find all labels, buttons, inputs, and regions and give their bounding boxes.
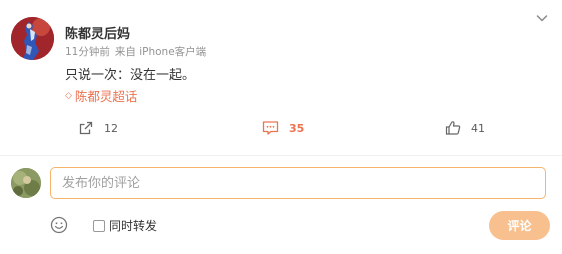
post-meta: 11分钟前 来自 iPhone客户端: [65, 44, 206, 59]
emoji-icon[interactable]: [50, 216, 68, 234]
diamond-icon: ◇: [65, 90, 72, 101]
weibo-post: 陈都灵后妈 11分钟前 来自 iPhone客户端 只说一次：没在一起。 ◇ 陈都灵…: [0, 0, 562, 160]
avatar-image: [11, 17, 54, 60]
repost-label: 同时转发: [109, 219, 158, 233]
repost-button[interactable]: 12: [78, 120, 118, 136]
checkbox-box[interactable]: [93, 219, 105, 232]
post-time[interactable]: 11分钟前: [65, 46, 110, 58]
author-name[interactable]: 陈都灵后妈: [65, 23, 130, 42]
comment-icon: [262, 121, 279, 135]
submit-comment-button[interactable]: 评论: [489, 211, 550, 240]
topic-label: 陈都灵超话: [74, 89, 138, 104]
comment-input[interactable]: [50, 167, 546, 199]
like-button[interactable]: 41: [445, 120, 485, 136]
thumbs-up-icon: [445, 121, 461, 135]
comment-button[interactable]: 35: [262, 120, 304, 136]
like-count: 41: [471, 121, 485, 135]
share-icon: [79, 121, 93, 135]
repost-checkbox[interactable]: 同时转发: [93, 217, 157, 234]
super-topic-link[interactable]: ◇ 陈都灵超话: [65, 86, 137, 105]
post-source: 来自 iPhone客户端: [114, 46, 207, 58]
repost-count: 12: [104, 121, 118, 135]
post-text: 只说一次：没在一起。: [65, 68, 196, 83]
comment-count: 35: [289, 121, 305, 135]
chevron-down-icon[interactable]: [535, 11, 549, 25]
user-avatar-image: [11, 168, 41, 198]
user-avatar[interactable]: [11, 168, 41, 198]
post-actions: 12 35 41: [0, 118, 562, 142]
author-avatar[interactable]: [11, 17, 54, 60]
divider: [0, 155, 562, 156]
